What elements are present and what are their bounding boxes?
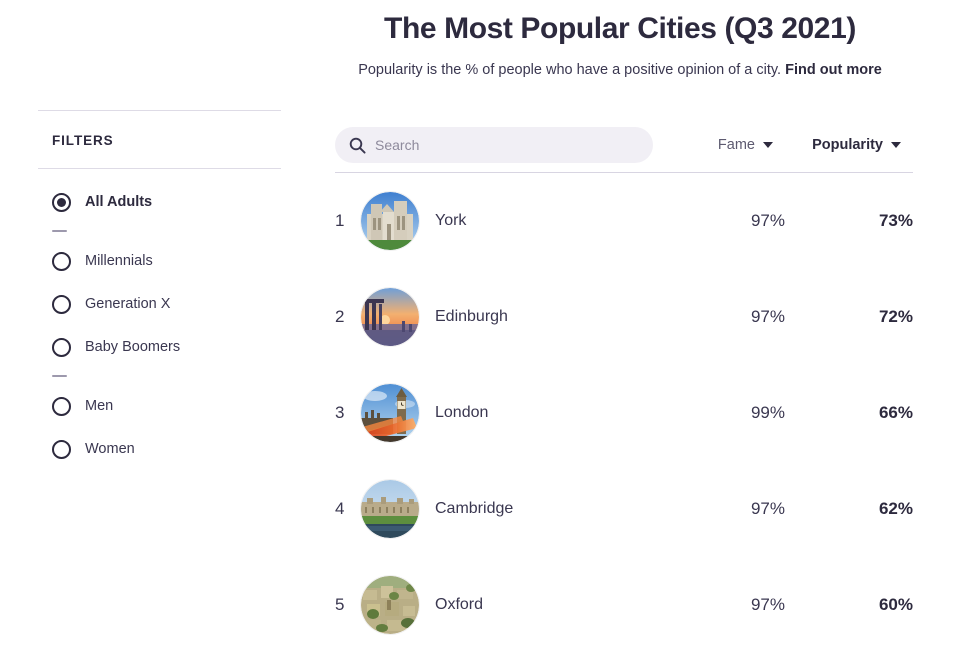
filter-group-separator-1	[52, 230, 67, 232]
filter-option-generation-x[interactable]: Generation X	[38, 289, 281, 319]
filters-heading: FILTERS	[52, 133, 114, 148]
radio-icon-women[interactable]	[52, 439, 71, 459]
row-popularity-value: 66%	[878, 403, 913, 422]
city-thumbnail-edinburgh	[361, 288, 419, 346]
row-rank: 2	[335, 307, 345, 326]
filter-label-generation-x: Generation X	[85, 296, 171, 312]
search-input[interactable]	[375, 137, 615, 153]
city-thumbnail-york	[361, 192, 419, 250]
page-header: The Most Popular Cities (Q3 2021) Popula…	[300, 12, 940, 79]
row-rank: 1	[335, 211, 345, 230]
filter-label-baby-boomers: Baby Boomers	[85, 339, 181, 355]
filter-option-millennials[interactable]: Millennials	[38, 246, 281, 276]
table-row[interactable]: 5 Oxford 97% 60%	[335, 557, 913, 648]
column-header-popularity[interactable]: Popularity	[773, 137, 901, 153]
cities-table: Fame Popularity 1	[335, 124, 913, 648]
chevron-down-icon-fame[interactable]	[763, 142, 773, 148]
london-bigben-photo	[361, 384, 419, 442]
column-header-fame[interactable]: Fame	[653, 137, 773, 153]
oxford-aerial-photo	[361, 576, 419, 634]
table-row[interactable]: 1 York 97% 73%	[335, 173, 913, 269]
row-popularity-value: 62%	[878, 499, 913, 518]
search-box[interactable]	[335, 127, 653, 163]
filter-group-separator-2	[52, 375, 67, 377]
row-rank: 5	[335, 595, 345, 614]
row-fame-value: 97%	[750, 211, 785, 230]
search-icon	[349, 137, 366, 154]
filter-label-women: Women	[85, 441, 135, 457]
page-title: The Most Popular Cities (Q3 2021)	[384, 12, 856, 45]
radio-icon-men[interactable]	[52, 396, 71, 416]
row-city-name: Cambridge	[435, 500, 514, 517]
table-header-row: Fame Popularity	[335, 124, 913, 166]
radio-icon-millennials[interactable]	[52, 251, 71, 271]
radio-icon-generation-x[interactable]	[52, 294, 71, 314]
row-fame-value: 99%	[750, 403, 785, 422]
row-city-name: York	[435, 212, 467, 229]
popular-cities-page: The Most Popular Cities (Q3 2021) Popula…	[0, 0, 960, 648]
filter-option-baby-boomers[interactable]: Baby Boomers	[38, 332, 281, 362]
row-fame-value: 97%	[750, 499, 785, 518]
row-city-name: Oxford	[435, 596, 484, 613]
cambridge-college-photo	[361, 480, 419, 538]
table-row[interactable]: 3 London 99% 66%	[335, 365, 913, 461]
edinburgh-sunset-photo	[361, 288, 419, 346]
row-city-name: Edinburgh	[435, 308, 508, 325]
subtitle-text: Popularity is the % of people who have a…	[358, 61, 782, 78]
filter-options-list: All Adults Millennials Generation X Baby…	[38, 169, 281, 464]
row-popularity-value: 60%	[878, 595, 913, 614]
table-row[interactable]: 4 Cambridge 97% 62%	[335, 461, 913, 557]
column-header-popularity-label: Popularity	[812, 137, 883, 153]
row-rank: 4	[335, 499, 345, 518]
filter-option-all-adults[interactable]: All Adults	[38, 187, 281, 217]
filter-option-women[interactable]: Women	[38, 434, 281, 464]
filters-sidebar: FILTERS All Adults Millennials Generatio…	[38, 110, 281, 477]
radio-icon-all-adults[interactable]	[52, 192, 71, 212]
row-rank: 3	[335, 403, 345, 422]
filter-label-all-adults: All Adults	[85, 194, 153, 210]
table-rows: 1 York 97% 73% 2 Edinburgh 97% 72% 3 Lon…	[335, 173, 913, 648]
city-thumbnail-cambridge	[361, 480, 419, 538]
york-minster-photo	[361, 192, 419, 250]
column-header-fame-label: Fame	[717, 137, 755, 153]
row-popularity-value: 72%	[878, 307, 913, 326]
table-row[interactable]: 2 Edinburgh 97% 72%	[335, 269, 913, 365]
row-fame-value: 97%	[750, 595, 785, 614]
chevron-down-icon-popularity[interactable]	[891, 142, 901, 148]
row-city-name: London	[435, 404, 489, 421]
filter-label-men: Men	[85, 398, 114, 414]
page-subtitle: Popularity is the % of people who have a…	[300, 61, 940, 80]
filter-option-men[interactable]: Men	[38, 391, 281, 421]
row-fame-value: 97%	[750, 307, 785, 326]
find-out-more-link[interactable]: Find out more	[785, 62, 882, 78]
city-thumbnail-oxford	[361, 576, 419, 634]
radio-icon-baby-boomers[interactable]	[52, 337, 71, 357]
row-popularity-value: 73%	[878, 211, 913, 230]
filter-label-millennials: Millennials	[85, 253, 153, 269]
city-thumbnail-london	[361, 384, 419, 442]
